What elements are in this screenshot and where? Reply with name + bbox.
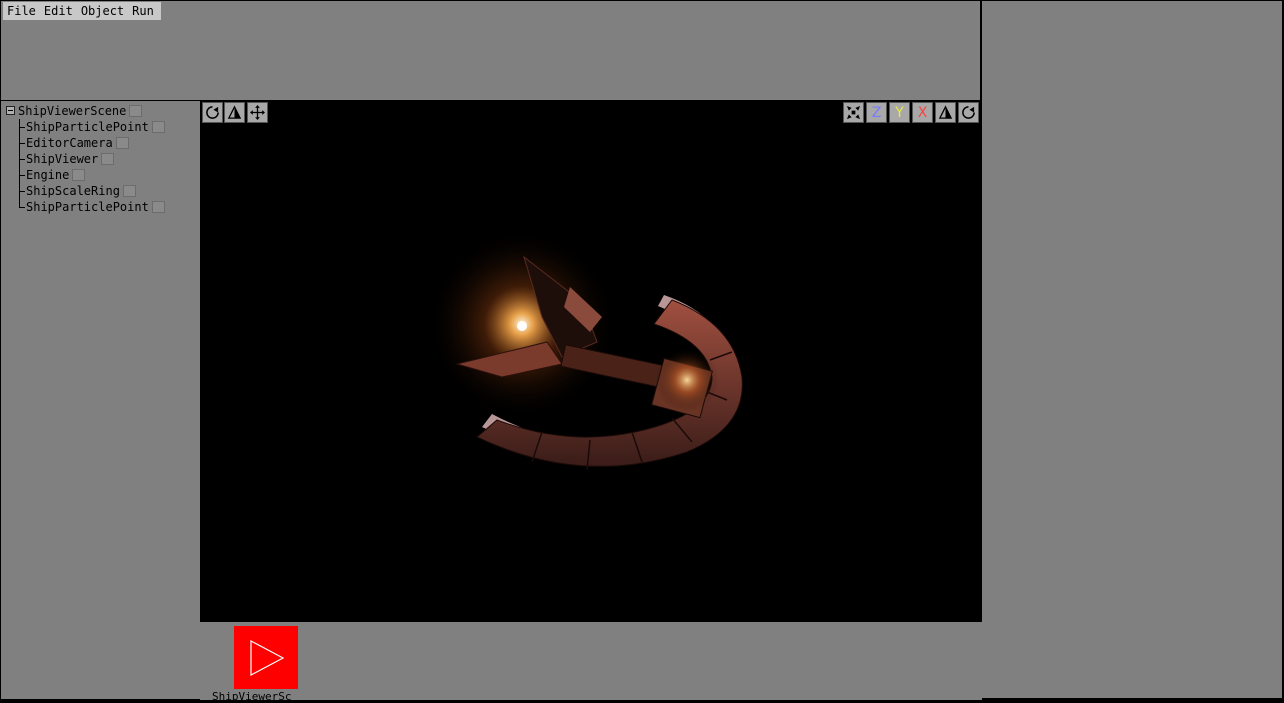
tree-branch-line [19, 119, 25, 128]
visibility-checkbox[interactable] [72, 169, 86, 181]
rotate-icon[interactable] [958, 102, 979, 123]
asset-panel [200, 621, 982, 700]
axis-x-button[interactable]: X [912, 102, 933, 123]
menu-bar: File Edit Object Run [3, 2, 161, 20]
top-panel: File Edit Object Run [0, 0, 982, 102]
tree-item-label: Engine [26, 168, 70, 182]
ship-render [427, 229, 743, 471]
perspective-icon[interactable] [224, 102, 245, 123]
tree-item-label: ShipScaleRing [26, 184, 120, 198]
rotate-icon[interactable] [202, 102, 223, 123]
move-icon[interactable] [247, 102, 268, 123]
menu-edit[interactable]: Edit [40, 3, 77, 19]
tree-branch-line [19, 135, 25, 144]
visibility-checkbox[interactable] [122, 185, 136, 197]
core-glow [655, 348, 719, 412]
play-icon [250, 640, 285, 676]
perspective-icon[interactable] [935, 102, 956, 123]
tree-item-label: ShipViewer [26, 152, 99, 166]
3d-viewport[interactable]: Z Y X [202, 102, 980, 621]
tree-root-label: ShipViewerScene [18, 104, 127, 118]
axis-z-button[interactable]: Z [866, 102, 887, 123]
tree-branch-line [19, 167, 25, 176]
tree-branch-line [19, 183, 25, 192]
visibility-checkbox[interactable] [129, 105, 143, 117]
tree-item-label: ShipParticlePoint [26, 200, 149, 214]
tree-branch-line [19, 151, 25, 160]
tree-item-label: EditorCamera [26, 136, 113, 150]
tree-item-label: ShipParticlePoint [26, 120, 149, 134]
menu-object[interactable]: Object [77, 3, 128, 19]
visibility-checkbox[interactable] [115, 137, 129, 149]
menu-run[interactable]: Run [128, 3, 158, 19]
fit-view-icon[interactable] [843, 102, 864, 123]
visibility-checkbox[interactable] [101, 153, 115, 165]
engine-light [517, 321, 527, 331]
visibility-checkbox[interactable] [151, 121, 165, 133]
asset-caption: ShipViewerSc [212, 690, 292, 703]
play-scene-button[interactable] [234, 626, 298, 689]
scene-tree-panel: ShipViewerScene ShipParticlePoint Editor… [0, 100, 202, 700]
menu-file[interactable]: File [3, 3, 40, 19]
inspector-panel [980, 0, 1284, 700]
collapse-icon[interactable] [6, 106, 15, 115]
visibility-checkbox[interactable] [151, 201, 165, 213]
tree-branch-line [19, 199, 25, 208]
axis-y-button[interactable]: Y [889, 102, 910, 123]
